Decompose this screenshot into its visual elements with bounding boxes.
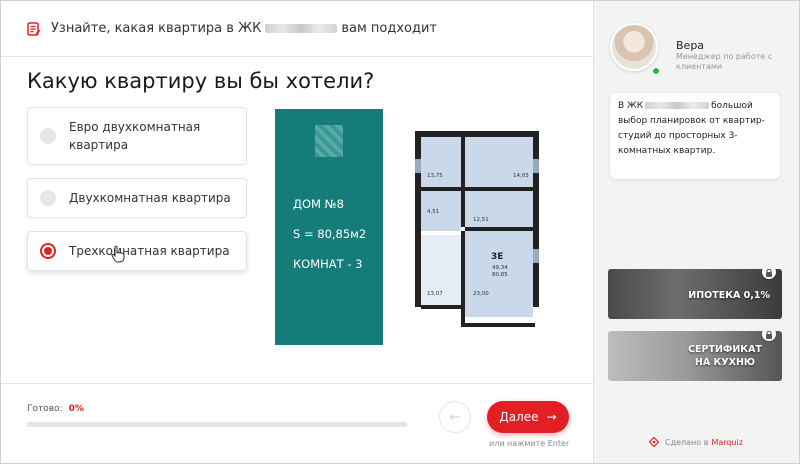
made-by-text: Сделано в bbox=[665, 437, 709, 447]
radio-unchecked[interactable] bbox=[40, 190, 56, 206]
room-area-label: 14,03 bbox=[513, 173, 529, 179]
bonus-label: СЕРТИФИКАТ НА КУХНЮ bbox=[688, 344, 762, 368]
marquiz-logo-icon bbox=[649, 437, 659, 447]
back-button[interactable]: ← bbox=[439, 401, 471, 433]
plan-area: S = 80,85м2 bbox=[293, 227, 367, 241]
blurred-logo bbox=[315, 125, 343, 157]
blurred-complex-name bbox=[645, 102, 710, 109]
option-label: Евро двухкомнатная квартира bbox=[69, 120, 201, 152]
radio-unchecked[interactable] bbox=[40, 128, 56, 144]
online-status-icon bbox=[652, 67, 660, 75]
ready-label: Готово: bbox=[27, 404, 63, 414]
lock-icon bbox=[762, 269, 776, 279]
arrow-right-icon: → bbox=[546, 410, 557, 424]
quiz-header: Узнайте, какая квартира в ЖК вам подходит bbox=[1, 1, 593, 57]
manager-sidebar: Вера Менеджер по работе с клиентами В ЖК… bbox=[593, 1, 799, 463]
next-label: Далее bbox=[499, 410, 539, 424]
plan-info-panel: ДОМ №8 S = 80,85м2 КОМНАТ - 3 bbox=[275, 109, 383, 345]
quiz-list-icon bbox=[27, 21, 41, 36]
enter-hint: или нажмите Enter bbox=[489, 439, 570, 448]
next-button[interactable]: Далее → bbox=[487, 401, 569, 433]
plan-house: ДОМ №8 bbox=[293, 197, 344, 211]
manager-message: В ЖК большой выбор планировок от квартир-… bbox=[610, 93, 780, 179]
apartment-code: 3Е bbox=[491, 252, 503, 262]
ready-percent: 0% bbox=[68, 404, 84, 414]
message-before: В ЖК bbox=[618, 101, 644, 111]
lock-icon bbox=[762, 331, 776, 341]
header-text-after: вам подходит bbox=[341, 21, 437, 36]
room-area-label: 13,75 bbox=[427, 173, 443, 179]
radio-checked[interactable] bbox=[40, 243, 56, 259]
blurred-complex-name bbox=[265, 24, 338, 33]
option-euro-two-room[interactable]: Евро двухкомнатная квартира bbox=[27, 107, 247, 165]
option-three-room[interactable]: Трехкомнатная квартира bbox=[27, 231, 247, 271]
header-text-before: Узнайте, какая квартира в ЖК bbox=[51, 21, 262, 36]
option-label: Трехкомнатная квартира bbox=[69, 244, 230, 258]
plan-rooms: КОМНАТ - 3 bbox=[293, 257, 363, 271]
progress-bar bbox=[27, 422, 407, 427]
bonus-kitchen-certificate[interactable]: СЕРТИФИКАТ НА КУХНЮ bbox=[608, 331, 782, 381]
quiz-main: Узнайте, какая квартира в ЖК вам подходит… bbox=[1, 1, 593, 463]
option-two-room[interactable]: Двухкомнатная квартира bbox=[27, 178, 247, 218]
quiz-window: Узнайте, какая квартира в ЖК вам подходит… bbox=[0, 0, 800, 464]
manager-role: Менеджер по работе с клиентами bbox=[676, 52, 773, 71]
room-area-label: 49,34 bbox=[492, 265, 508, 271]
manager-avatar bbox=[610, 23, 658, 71]
bonus-label: ИПОТЕКА 0,1% bbox=[688, 290, 770, 301]
quiz-header-text: Узнайте, какая квартира в ЖК вам подходит bbox=[51, 21, 437, 36]
arrow-left-icon: ← bbox=[449, 409, 461, 425]
hand-cursor-icon bbox=[111, 245, 125, 263]
made-by-brand: Marquiz bbox=[711, 437, 743, 447]
manager-name: Вера bbox=[676, 39, 705, 52]
bonus-mortgage[interactable]: ИПОТЕКА 0,1% bbox=[608, 269, 782, 319]
question-title: Какую квартиру вы бы хотели? bbox=[27, 69, 375, 93]
progress-label: Готово: 0% bbox=[27, 404, 84, 414]
apartment-plan-image: ДОМ №8 S = 80,85м2 КОМНАТ - 3 13,75 14,0… bbox=[275, 109, 545, 345]
room-area-label: 12,51 bbox=[473, 217, 489, 223]
room-area-label: 4,51 bbox=[427, 209, 439, 215]
option-label: Двухкомнатная квартира bbox=[69, 191, 231, 205]
floor-plan-drawing: 13,75 14,03 4,51 12,51 3Е 49,34 80,85 13… bbox=[415, 131, 539, 327]
room-area-label: 23,00 bbox=[473, 291, 489, 297]
made-by-link[interactable]: Сделано в Marquiz bbox=[649, 437, 743, 447]
room-area-label: 13,07 bbox=[427, 291, 443, 297]
room-area-label: 80,85 bbox=[492, 272, 508, 278]
